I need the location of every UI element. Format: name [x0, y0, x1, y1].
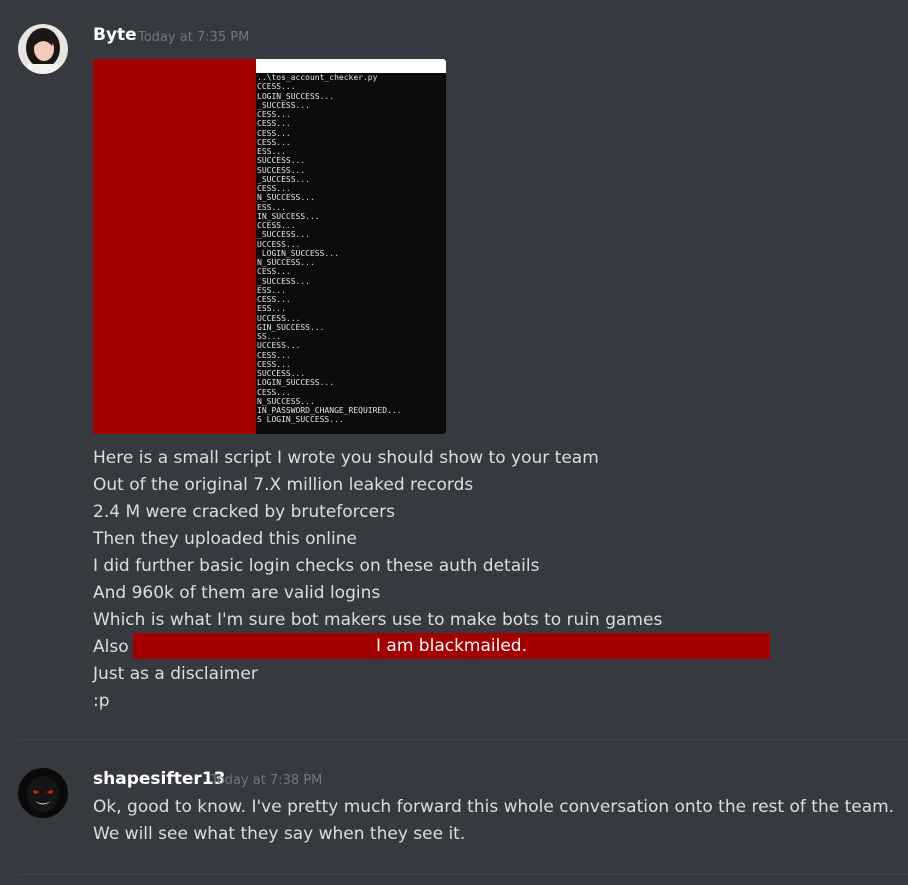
terminal-line: CESS...: [257, 119, 291, 129]
terminal-line: _SUCCESS...: [257, 230, 310, 240]
message-line: I did further basic login checks on thes…: [93, 556, 540, 576]
terminal-line: CESS...: [257, 110, 291, 119]
terminal-output: ..\tos_account_checker.py CCESS... LOGIN_S…: [256, 73, 446, 434]
terminal-line: CESS...: [257, 184, 291, 193]
terminal-line: UCCESS...: [257, 313, 301, 323]
timestamp-byte: Today at 7:35 PM: [138, 30, 250, 45]
terminal-line: ESS...: [257, 304, 286, 314]
terminal-line: CESS...: [257, 295, 291, 304]
redacted-text-bar: I am blackmailed.: [133, 633, 770, 659]
terminal-line: ESS...: [257, 285, 286, 295]
terminal-line: SUCCESS...: [257, 156, 306, 166]
terminal-line: CESS...: [257, 387, 291, 397]
message-line: Here is a small script I wrote you shoul…: [93, 448, 599, 468]
terminal-line: LOGIN_SUCCESS...: [257, 91, 335, 101]
message-line: And 960k of them are valid logins: [93, 583, 381, 603]
portrait-avatar-icon: [18, 24, 68, 74]
message-line: Ok, good to know. I've pretty much forwa…: [93, 797, 895, 817]
message-line: Out of the original 7.X million leaked r…: [93, 475, 474, 495]
terminal-line: ESS...: [257, 202, 286, 212]
terminal-line: N_SUCCESS...: [257, 396, 315, 406]
terminal-line: GIN_SUCCESS...: [257, 322, 325, 332]
message-line: We will see what they say when they see …: [93, 824, 466, 844]
message-divider: [18, 874, 908, 875]
avatar-byte[interactable]: [18, 24, 68, 74]
terminal-line: ..\tos_account_checker.py: [257, 73, 378, 82]
creature-avatar-icon: [18, 768, 68, 818]
username-byte[interactable]: Byte: [93, 25, 137, 45]
message-line: Which is what I'm sure bot makers use to…: [93, 610, 663, 630]
username-shapesifter13[interactable]: shapesifter13: [93, 769, 225, 789]
terminal-line: CESS...: [257, 359, 291, 369]
message-shapesifter13: shapesifter13 Today at 7:38 PM Ok, good …: [0, 740, 908, 875]
redaction-box: [93, 59, 256, 434]
message-line: Just as a disclaimer: [93, 664, 258, 684]
redacted-overlay-text: I am blackmailed.: [376, 636, 527, 656]
message-line: Also: [93, 637, 129, 657]
terminal-line: _SUCCESS...: [257, 100, 310, 110]
terminal-line: IN_SUCCESS...: [257, 211, 320, 221]
avatar-shapesifter13[interactable]: [18, 768, 68, 818]
terminal-line: N_SUCCESS...: [257, 193, 315, 203]
terminal-line: CESS...: [257, 137, 291, 147]
terminal-line: UCCESS...: [257, 341, 301, 351]
terminal-line: _SUCCESS...: [257, 276, 310, 286]
terminal-line: CCESS...: [257, 221, 296, 230]
terminal-line: CESS...: [257, 128, 291, 138]
terminal-titlebar: [256, 59, 446, 73]
terminal-line: SUCCESS...: [257, 369, 306, 378]
terminal-line: S LOGIN_SUCCESS...: [257, 415, 344, 425]
terminal-line: IN_PASSWORD_CHANGE_REQUIRED...: [257, 406, 402, 415]
terminal-line: ESS...: [257, 147, 286, 156]
message-byte: Byte Today at 7:35 PM ..\tos_account_che…: [0, 0, 908, 740]
terminal-line: LOGIN_SUCCESS...: [257, 248, 339, 258]
message-line: Then they uploaded this online: [93, 529, 357, 549]
terminal-line: CESS...: [257, 267, 291, 277]
terminal-line: UCCESS...: [257, 239, 301, 249]
terminal-line: CESS...: [257, 350, 291, 360]
terminal-screenshot[interactable]: ..\tos_account_checker.py CCESS... LOGIN_S…: [93, 59, 446, 434]
terminal-line: _SUCCESS...: [257, 174, 310, 184]
message-line: :p: [93, 691, 110, 711]
terminal-line: SS...: [257, 332, 282, 341]
terminal-line: LOGIN_SUCCESS...: [257, 378, 335, 388]
terminal-line: N_SUCCESS...: [257, 258, 315, 267]
terminal-line: CCESS...: [257, 82, 296, 92]
terminal-line: SUCCESS...: [257, 165, 306, 175]
message-line: 2.4 M were cracked by bruteforcers: [93, 502, 395, 522]
timestamp-shapesifter13: Today at 7:38 PM: [211, 773, 323, 788]
